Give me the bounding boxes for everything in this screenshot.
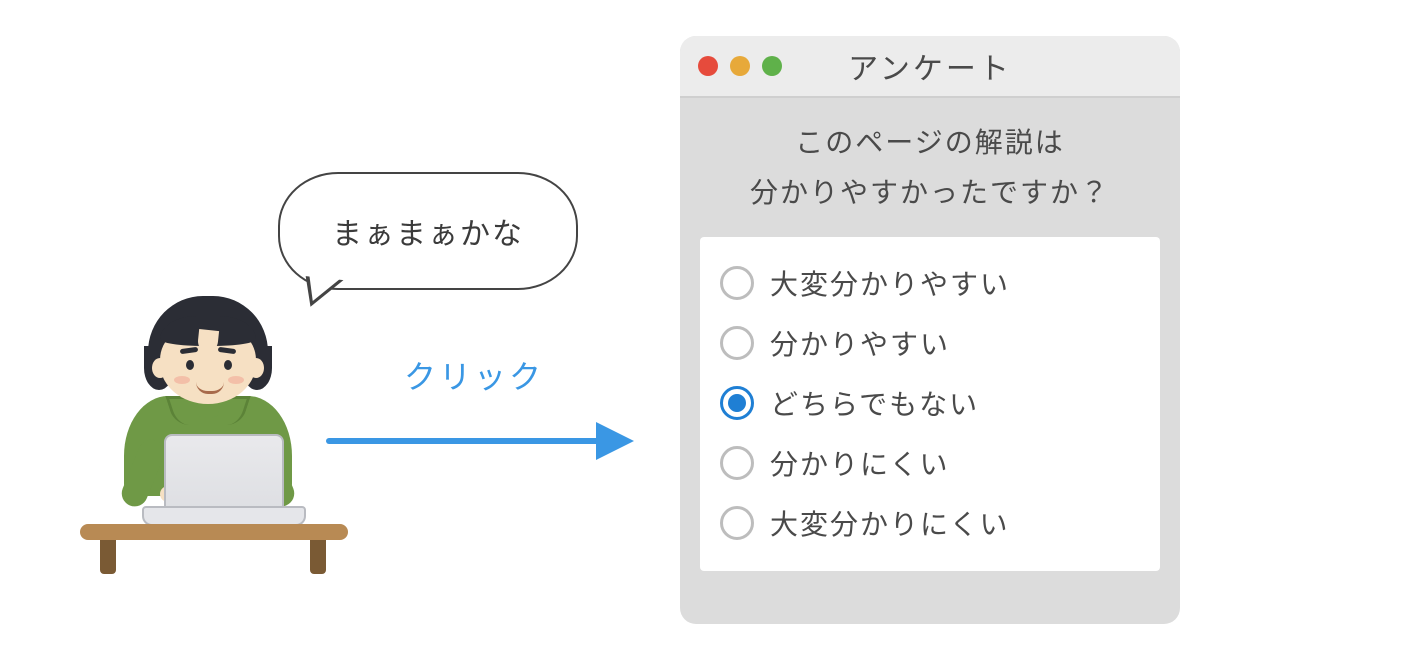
survey-option-label: 大変分かりにくい xyxy=(770,503,1009,543)
laptop-screen xyxy=(164,434,284,510)
radio-icon[interactable] xyxy=(720,266,754,300)
laptop-base xyxy=(142,506,306,526)
survey-option-3[interactable]: 分かりにくい xyxy=(714,433,1146,493)
survey-option-2[interactable]: どちらでもない xyxy=(714,373,1146,433)
survey-option-label: どちらでもない xyxy=(770,383,979,423)
close-icon[interactable] xyxy=(698,56,718,76)
survey-question: このページの解説は 分かりやすかったですか？ xyxy=(680,98,1180,229)
survey-option-label: 分かりやすい xyxy=(770,323,950,363)
desk-leg-left xyxy=(100,540,116,574)
survey-option-label: 大変分かりやすい xyxy=(770,263,1010,303)
survey-options: 大変分かりやすい分かりやすいどちらでもない分かりにくい大変分かりにくい xyxy=(700,237,1160,571)
desk-top xyxy=(80,524,348,540)
desk-leg-right xyxy=(310,540,326,574)
person-eye-right xyxy=(224,360,232,370)
radio-icon[interactable] xyxy=(720,446,754,480)
arrow-line xyxy=(326,438,602,444)
survey-option-label: 分かりにくい xyxy=(770,443,949,483)
person-cheek-right xyxy=(228,376,244,384)
radio-icon[interactable] xyxy=(720,506,754,540)
person-eye-left xyxy=(186,360,194,370)
survey-option-1[interactable]: 分かりやすい xyxy=(714,313,1146,373)
minimize-icon[interactable] xyxy=(730,56,750,76)
speech-bubble: まぁまぁかな xyxy=(278,172,578,290)
arrow-icon xyxy=(326,410,646,470)
survey-window: アンケート このページの解説は 分かりやすかったですか？ 大変分かりやすい分かり… xyxy=(680,36,1180,624)
survey-question-line1: このページの解説は xyxy=(690,116,1170,166)
window-title: アンケート xyxy=(848,44,1012,88)
diagram-stage: まぁまぁかな クリック アンケート このページの解説は 分かりやすかったですか？… xyxy=(0,0,1414,656)
survey-option-0[interactable]: 大変分かりやすい xyxy=(714,253,1146,313)
person-illustration xyxy=(56,288,356,588)
speech-bubble-text: まぁまぁかな xyxy=(332,209,524,253)
zoom-icon[interactable] xyxy=(762,56,782,76)
person-fringe xyxy=(160,316,256,346)
radio-icon[interactable] xyxy=(720,326,754,360)
arrow-head xyxy=(596,422,634,460)
radio-icon[interactable] xyxy=(720,386,754,420)
traffic-light-controls xyxy=(698,36,782,96)
survey-option-4[interactable]: 大変分かりにくい xyxy=(714,493,1146,553)
person-cheek-left xyxy=(174,376,190,384)
survey-question-line2: 分かりやすかったですか？ xyxy=(690,166,1170,216)
window-titlebar: アンケート xyxy=(680,36,1180,98)
arrow-label: クリック xyxy=(404,352,544,398)
